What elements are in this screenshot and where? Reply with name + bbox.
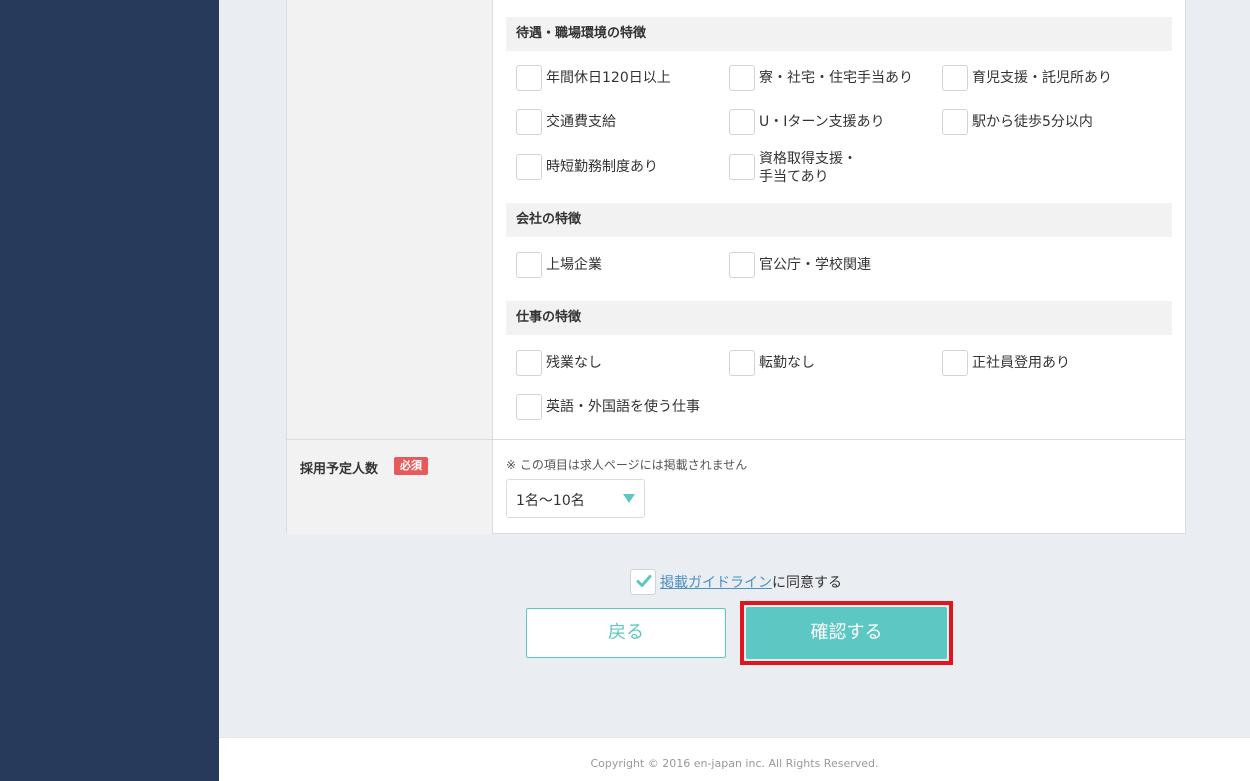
main-content: 待遇・職場環境の特徴 年間休日120日以上 寮・社宅・住宅手当あり 育児支援・託… [219,0,1250,781]
checkbox-label: 寮・社宅・住宅手当あり [759,70,913,86]
hiring-count-selected-value: 1名〜10名 [516,493,585,509]
checkbox-label: 転勤なし [759,355,815,371]
checkbox-label: 育児支援・託児所あり [972,70,1112,86]
checkbox-label: 上場企業 [546,257,602,273]
footer: Copyright © 2016 en-japan inc. All Right… [219,737,1250,781]
checkbox-label: 交通費支給 [546,114,616,130]
label-line-2: 手当てあり [759,169,829,185]
agree-text: 掲載ガイドラインに同意する [660,572,842,592]
checkbox-label: 英語・外国語を使う仕事 [546,399,700,415]
hiring-count-row: 採用予定人数 必須 ※ この項目は求人ページには掲載されません 1名〜10名 [287,439,1185,534]
checkbox-label: 資格取得支援・ 手当てあり [759,150,857,186]
checkbox-label: 正社員登用あり [972,355,1070,371]
checkbox-box[interactable] [516,65,542,91]
chevron-down-icon [623,494,635,503]
checkbox-box[interactable] [516,109,542,135]
copyright-text: Copyright © 2016 en-japan inc. All Right… [590,757,879,770]
section-title-treatment: 待遇・職場環境の特徴 [506,17,1172,51]
required-badge: 必須 [394,457,428,475]
hiring-count-label: 採用予定人数 [300,462,379,477]
hiring-count-note: ※ この項目は求人ページには掲載されません [506,458,748,472]
hiring-count-select[interactable]: 1名〜10名 [506,479,645,518]
hiring-count-label-cell: 採用予定人数 必須 [287,440,493,534]
checkbox-box[interactable] [729,252,755,278]
back-button[interactable]: 戻る [526,608,726,658]
checkbox-label: 時短勤務制度あり [546,159,658,175]
guideline-link[interactable]: 掲載ガイドライン [660,575,772,591]
features-label-cell [287,0,493,439]
checkbox-label: 駅から徒歩5分以内 [972,114,1093,130]
checkbox-label: 残業なし [546,355,602,371]
agree-suffix: に同意する [772,575,842,591]
checkbox-box[interactable] [729,350,755,376]
agree-checkbox-box[interactable] [630,569,656,595]
checkbox-box[interactable] [942,350,968,376]
section-title-job: 仕事の特徴 [506,301,1172,335]
checkbox-box[interactable] [942,65,968,91]
confirm-button[interactable]: 確認する [746,607,947,659]
checkbox-box[interactable] [942,109,968,135]
checkbox-box[interactable] [729,109,755,135]
label-line-1: 資格取得支援・ [759,151,857,167]
checkbox-label: U・Iターン支援あり [759,114,885,130]
checkbox-label: 官公庁・学校関連 [759,257,871,273]
checkmark-icon [636,575,652,587]
form-table: 待遇・職場環境の特徴 年間休日120日以上 寮・社宅・住宅手当あり 育児支援・託… [286,0,1186,534]
checkbox-box[interactable] [729,65,755,91]
confirm-button-highlight: 確認する [740,601,953,665]
sidebar [0,0,219,781]
checkbox-box[interactable] [516,350,542,376]
checkbox-box[interactable] [516,252,542,278]
checkbox-label: 年間休日120日以上 [546,70,671,86]
checkbox-box[interactable] [516,394,542,420]
checkbox-box[interactable] [516,154,542,180]
checkbox-box[interactable] [729,154,755,180]
section-title-company: 会社の特徴 [506,203,1172,237]
